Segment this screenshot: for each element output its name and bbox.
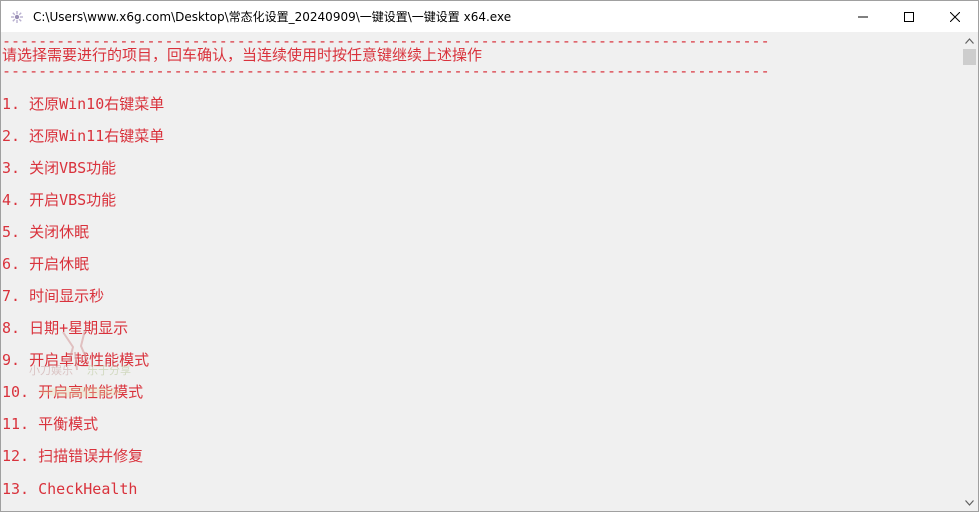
menu-item: 5. 关闭休眠: [2, 223, 90, 241]
menu-item: 12. 扫描错误并修复: [2, 447, 144, 465]
minimize-button[interactable]: [840, 1, 886, 32]
chevron-up-icon: [965, 37, 974, 44]
separator-bottom: ----------------------------------------…: [2, 62, 770, 80]
scroll-thumb[interactable]: [963, 49, 976, 65]
menu-item: 4. 开启VBS功能: [2, 191, 117, 209]
menu-item: 7. 时间显示秒: [2, 287, 105, 305]
menu-item: 6. 开启休眠: [2, 255, 90, 273]
vertical-scrollbar[interactable]: [960, 32, 978, 511]
watermark-text-left: 小刀娱乐: [29, 363, 73, 377]
scroll-down-button[interactable]: [961, 494, 978, 511]
console-window: C:\Users\www.x6g.com\Desktop\常态化设置_20240…: [0, 0, 979, 512]
menu-item: 13. CheckHealth: [2, 480, 138, 498]
window-controls: [840, 1, 978, 32]
maximize-button[interactable]: [886, 1, 932, 32]
chevron-down-icon: [965, 499, 974, 506]
menu-item: 1. 还原Win10右键菜单: [2, 95, 165, 113]
scroll-up-button[interactable]: [961, 32, 978, 49]
watermark-text-right: 乐于分享: [87, 363, 131, 377]
console-app-icon: [9, 9, 25, 25]
menu-item: 2. 还原Win11右键菜单: [2, 127, 165, 145]
maximize-icon: [904, 11, 914, 22]
watermark-logo: 小刀娱乐 乐于分享: [23, 322, 143, 402]
console-output[interactable]: ----------------------------------------…: [1, 32, 961, 511]
menu-item: 11. 平衡模式: [2, 415, 99, 433]
minimize-icon: [858, 16, 868, 17]
window-title: C:\Users\www.x6g.com\Desktop\常态化设置_20240…: [33, 10, 512, 24]
title-bar[interactable]: C:\Users\www.x6g.com\Desktop\常态化设置_20240…: [1, 1, 978, 32]
close-icon: [950, 11, 960, 22]
menu-item: 3. 关闭VBS功能: [2, 159, 117, 177]
close-button[interactable]: [932, 1, 978, 32]
prompt-text: 请选择需要进行的项目，回车确认，当连续使用时按任意键继续上述操作: [2, 46, 483, 64]
